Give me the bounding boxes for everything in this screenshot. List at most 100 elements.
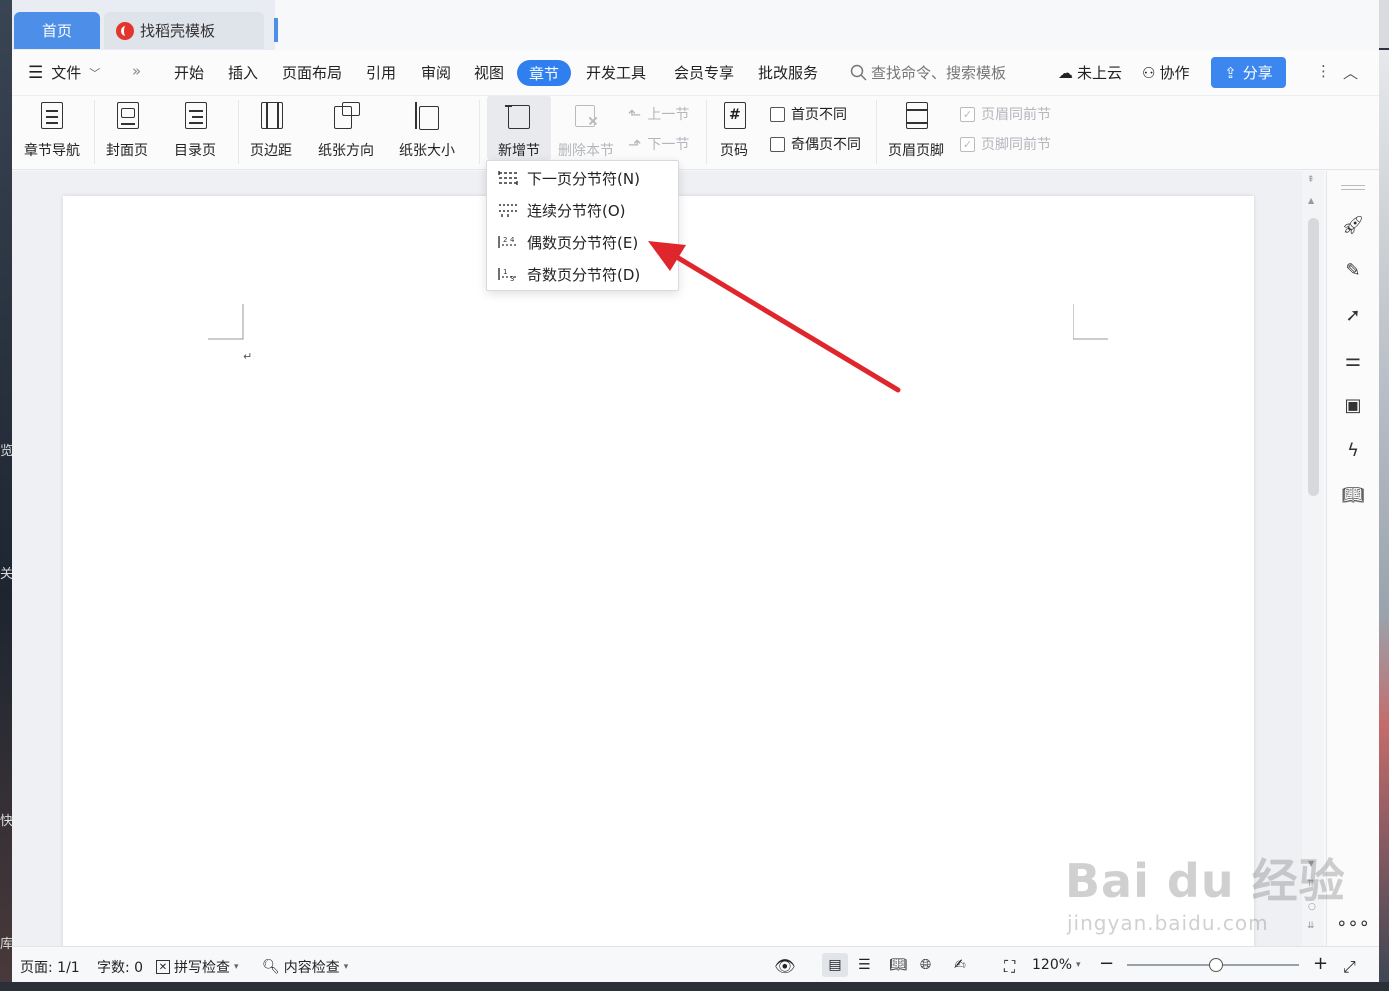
tab-home[interactable]: 首页	[14, 12, 100, 49]
label: 新增节	[498, 143, 540, 159]
collaborate-button[interactable]: ⚇ 协作	[1142, 62, 1189, 83]
scroll-up-icon[interactable]: ▲	[1308, 196, 1314, 205]
section-nav-button[interactable]: 章节导航	[24, 100, 80, 160]
zoom-slider-handle[interactable]	[1209, 958, 1224, 972]
menu-developer[interactable]: 开发工具	[586, 62, 646, 83]
word-count[interactable]: 字数: 0	[97, 957, 143, 977]
more-options-icon[interactable]: ⋮	[1316, 62, 1331, 80]
watermark-sub: jingyan.baidu.com	[1067, 911, 1269, 935]
checkbox-box	[770, 106, 785, 122]
collab-label: 协作	[1159, 64, 1190, 82]
next-section-button[interactable]: ⬏ 下一节	[628, 134, 689, 154]
delete-section-button[interactable]: 删除本节	[558, 100, 614, 160]
label: 首页不同	[791, 107, 847, 123]
rocket-icon[interactable]: 🚀︎	[1341, 213, 1365, 237]
share-icon: ⇪	[1224, 63, 1237, 82]
menu-review-service[interactable]: 批改服务	[758, 62, 818, 83]
first-page-different-checkbox[interactable]: 首页不同	[770, 104, 847, 124]
scrollbar-thumb[interactable]	[1308, 218, 1319, 496]
paper-size-button[interactable]: 纸张大小	[399, 100, 455, 160]
header-same-as-prev-checkbox[interactable]: ✓ 页眉同前节	[960, 104, 1051, 124]
command-search[interactable]: 查找命令、搜索模板	[850, 62, 1006, 83]
menu-start[interactable]: 开始	[174, 62, 204, 83]
label: 纸张大小	[399, 143, 455, 159]
desktop-edge-bottom	[0, 982, 1389, 991]
collapse-ribbon-icon[interactable]: ︿	[1343, 62, 1358, 83]
image-settings-icon[interactable]: ▣	[1341, 393, 1365, 417]
menu-review[interactable]: 审阅	[421, 62, 451, 83]
label: 上一节	[647, 107, 690, 123]
zoom-out-button[interactable]: −	[1099, 953, 1114, 974]
scroll-top-icon[interactable]: ⇞	[1307, 175, 1315, 185]
svg-text:3: 3	[510, 275, 514, 282]
pen-icon[interactable]: ✎	[1341, 258, 1365, 282]
tab-bar: 首页 找稻壳模板	[12, 0, 278, 50]
share-label: 分享	[1242, 64, 1273, 82]
write-view-icon[interactable]: ✍	[954, 957, 966, 973]
margins-button[interactable]: 页边距	[250, 100, 292, 160]
sliders-icon[interactable]: ⚌	[1341, 348, 1365, 372]
cover-page-button[interactable]: 封面页	[106, 100, 148, 160]
label: 奇偶页不同	[791, 137, 861, 153]
eye-protection-icon[interactable]: 👁︎	[774, 957, 796, 977]
tab-document[interactable]	[274, 18, 278, 42]
footer-same-as-prev-checkbox[interactable]: ✓ 页脚同前节	[960, 134, 1051, 154]
odd-page-break-icon: 13	[498, 268, 517, 282]
fit-page-icon[interactable]: ⛶	[1004, 957, 1015, 977]
tab-docer-templates[interactable]: 找稻壳模板	[104, 12, 264, 49]
toc-page-button[interactable]: 目录页	[174, 100, 216, 160]
status-bar: 页面: 1/1 字数: 0 ✕ 拼写检查 ▾ 🔍︎ 内容检查 ▾ 👁︎ ▤ ☰ …	[12, 946, 1379, 982]
fullscreen-icon[interactable]: ⤢	[1343, 957, 1356, 977]
page-number-button[interactable]: # 页码	[718, 100, 750, 160]
book-search-icon[interactable]: 📖︎	[1341, 483, 1365, 507]
content-check-button[interactable]: 🔍︎ 内容检查 ▾	[262, 957, 348, 977]
zoom-in-button[interactable]: +	[1313, 953, 1328, 974]
label: 拼写检查	[174, 960, 230, 976]
header-footer-icon	[900, 100, 932, 132]
zoom-level[interactable]: 120% ▾	[1032, 957, 1081, 973]
next-page-section-break-item[interactable]: 下一页分节符(N)	[487, 163, 678, 193]
more-tabs-icon[interactable]: »	[132, 62, 141, 80]
spell-check-button[interactable]: ✕ 拼写检查 ▾	[156, 957, 239, 977]
menu-references[interactable]: 引用	[366, 62, 396, 83]
svg-text:1: 1	[503, 268, 507, 276]
label: 纸张方向	[318, 143, 374, 159]
menu-member[interactable]: 会员专享	[674, 62, 734, 83]
reading-view-icon[interactable]: 📖︎	[889, 957, 907, 973]
wps-writer-window: 首页 找稻壳模板 ☰ 文件 ﹀ » 开始 插入 页面布局 引用 审阅 视图 章节…	[12, 0, 1379, 982]
watermark-main: Bai du 经验	[1065, 854, 1346, 908]
tab-label: 找稻壳模板	[140, 22, 216, 40]
continuous-section-break-item[interactable]: 连续分节符(O)	[487, 195, 678, 225]
file-menu-label: 文件	[51, 64, 82, 82]
file-menu[interactable]: ☰ 文件 ﹀	[28, 62, 100, 83]
odd-even-different-checkbox[interactable]: 奇偶页不同	[770, 134, 861, 154]
menu-page-layout[interactable]: 页面布局	[282, 62, 342, 83]
checkbox-box	[770, 136, 785, 152]
delete-section-icon	[570, 100, 602, 132]
svg-text:2: 2	[503, 236, 507, 244]
cloud-status[interactable]: ☁ 未上云	[1058, 62, 1122, 83]
desktop-edge-left: 览 关 快 库	[0, 0, 13, 991]
outline-view-icon[interactable]: ☰	[858, 957, 871, 973]
page-number-icon: #	[718, 100, 750, 132]
pointer-icon[interactable]: ➚	[1341, 303, 1365, 327]
label: 章节导航	[24, 143, 80, 159]
spell-check-icon: ✕	[156, 960, 170, 974]
menu-insert[interactable]: 插入	[228, 62, 258, 83]
header-footer-button[interactable]: 页眉页脚	[888, 100, 944, 160]
checkbox-checked-icon: ✓	[960, 136, 975, 152]
orientation-icon	[330, 100, 362, 132]
page-count[interactable]: 页面: 1/1	[20, 957, 80, 977]
lightning-icon[interactable]: ϟ	[1341, 438, 1365, 462]
prev-section-button[interactable]: ⬑ 上一节	[628, 104, 689, 124]
orientation-button[interactable]: 纸张方向	[318, 100, 374, 160]
page-view-icon[interactable]: ▤	[822, 953, 848, 977]
web-view-icon[interactable]: 🌐︎	[920, 957, 931, 973]
even-page-break-icon: 24	[498, 236, 517, 248]
share-button[interactable]: ⇪ 分享	[1211, 57, 1286, 88]
menu-sections[interactable]: 章节	[517, 60, 571, 86]
label: 偶数页分节符(E)	[527, 233, 639, 252]
new-section-button[interactable]: 新增节	[487, 96, 551, 160]
menu-view[interactable]: 视图	[474, 62, 504, 83]
cloud-label: 未上云	[1077, 64, 1123, 82]
